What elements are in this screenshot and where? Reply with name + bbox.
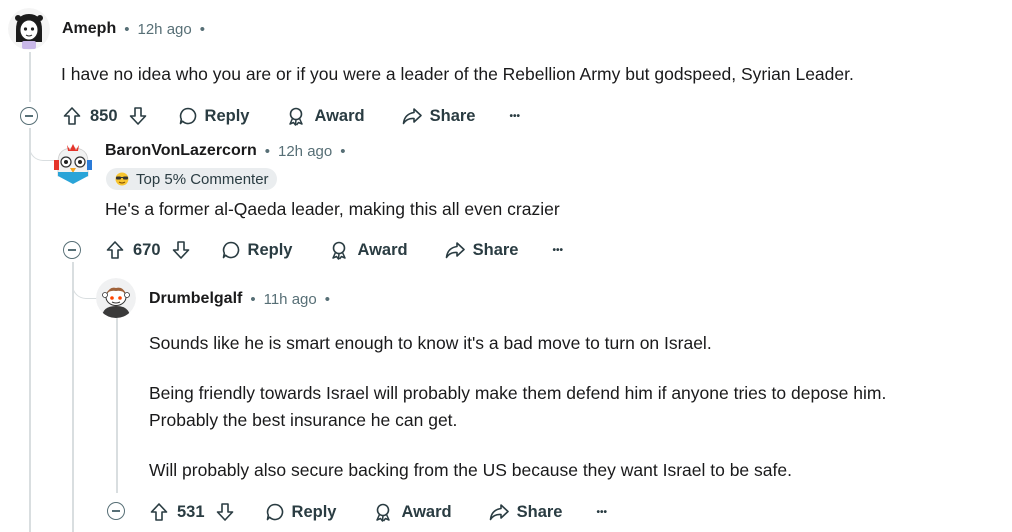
comment-actions: 531 Reply Award Share ••• bbox=[149, 496, 607, 528]
user-flair: Top 5% Commenter bbox=[106, 168, 277, 190]
avatar[interactable] bbox=[8, 8, 50, 50]
avatar[interactable] bbox=[52, 142, 94, 186]
thread-connector bbox=[72, 262, 97, 299]
comment-paragraph: He's a former al-Qaeda leader, making th… bbox=[105, 199, 560, 219]
award-label: Award bbox=[357, 240, 408, 259]
comment-author[interactable]: BaronVonLazercorn bbox=[105, 142, 257, 160]
award-icon bbox=[289, 107, 304, 126]
upvote-icon bbox=[150, 503, 168, 521]
vote-count: 670 bbox=[133, 240, 161, 259]
downvote-icon bbox=[216, 503, 233, 521]
upvote-button[interactable] bbox=[62, 106, 82, 126]
share-label: Share bbox=[472, 240, 519, 259]
share-icon bbox=[402, 108, 422, 125]
collapse-button[interactable] bbox=[63, 241, 81, 259]
downvote-icon bbox=[172, 241, 189, 259]
upvote-icon bbox=[63, 107, 81, 125]
upvote-button[interactable] bbox=[105, 240, 125, 260]
meta-separator: • bbox=[124, 20, 130, 38]
reply-label: Reply bbox=[204, 106, 250, 125]
reply-button[interactable]: Reply bbox=[265, 502, 337, 522]
award-icon bbox=[376, 503, 391, 522]
comment-author[interactable]: Ameph bbox=[62, 20, 116, 38]
downvote-button[interactable] bbox=[128, 106, 148, 126]
vote-count: 850 bbox=[90, 106, 118, 125]
downvote-button[interactable] bbox=[171, 240, 191, 260]
flair-label: Top 5% Commenter bbox=[136, 170, 269, 188]
comment-paragraph: Probably the best insurance he can get. bbox=[149, 410, 458, 430]
award-button[interactable]: Award bbox=[372, 502, 452, 522]
comment-body: I have no idea who you are or if you wer… bbox=[61, 61, 854, 88]
thread-connector bbox=[29, 128, 54, 161]
thread-line bbox=[116, 318, 118, 493]
share-label: Share bbox=[516, 502, 563, 521]
vote-count: 531 bbox=[177, 502, 205, 521]
reply-icon bbox=[179, 107, 196, 125]
award-button[interactable]: Award bbox=[285, 106, 365, 126]
meta-separator: • bbox=[324, 290, 330, 308]
more-options-button[interactable]: ••• bbox=[596, 507, 607, 518]
award-button[interactable]: Award bbox=[328, 240, 408, 260]
comment-paragraph: I have no idea who you are or if you wer… bbox=[61, 64, 854, 84]
meta-separator: • bbox=[199, 20, 205, 38]
share-button[interactable]: Share bbox=[401, 106, 476, 126]
avatar-icon bbox=[54, 144, 92, 184]
share-label: Share bbox=[429, 106, 476, 125]
more-icon: ••• bbox=[552, 244, 563, 256]
more-options-button[interactable]: ••• bbox=[552, 245, 563, 256]
more-options-button[interactable]: ••• bbox=[509, 111, 520, 122]
more-icon: ••• bbox=[596, 506, 607, 518]
comment-body: Sounds like he is smart enough to know i… bbox=[149, 330, 712, 357]
upvote-button[interactable] bbox=[149, 502, 169, 522]
thread-line bbox=[29, 128, 31, 532]
meta-separator: • bbox=[250, 290, 256, 308]
comment-actions: 850 Reply Award Share ••• bbox=[62, 100, 520, 132]
comment-author[interactable]: Drumbelgalf bbox=[149, 290, 242, 308]
minus-icon bbox=[25, 115, 33, 117]
share-button[interactable]: Share bbox=[444, 240, 519, 260]
thread-line bbox=[72, 262, 74, 532]
comment-paragraph: Will probably also secure backing from t… bbox=[149, 460, 792, 480]
sunglasses-emoji-icon bbox=[115, 172, 129, 186]
avatar-icon bbox=[8, 8, 50, 50]
more-icon: ••• bbox=[509, 110, 520, 122]
collapse-button[interactable] bbox=[20, 107, 38, 125]
award-label: Award bbox=[401, 502, 452, 521]
avatar[interactable] bbox=[96, 278, 136, 318]
share-icon bbox=[445, 242, 465, 259]
comment-paragraph: Being friendly towards Israel will proba… bbox=[149, 383, 887, 403]
reply-icon bbox=[222, 241, 239, 259]
thread-line bbox=[29, 52, 31, 102]
share-icon bbox=[489, 504, 509, 521]
meta-separator: • bbox=[264, 142, 270, 160]
avatar-icon bbox=[96, 278, 136, 318]
comment-body: Probably the best insurance he can get. bbox=[149, 407, 457, 434]
meta-separator: • bbox=[340, 142, 346, 160]
comment-time[interactable]: 12h ago bbox=[278, 143, 332, 160]
comment-time[interactable]: 12h ago bbox=[138, 21, 192, 38]
share-button[interactable]: Share bbox=[488, 502, 563, 522]
comment-time[interactable]: 11h ago bbox=[264, 291, 317, 308]
award-label: Award bbox=[314, 106, 365, 125]
reply-label: Reply bbox=[247, 240, 293, 259]
downvote-button[interactable] bbox=[215, 502, 235, 522]
comment-actions: 670 Reply Award Share ••• bbox=[105, 234, 563, 266]
collapse-button[interactable] bbox=[107, 502, 125, 520]
comment-paragraph: Sounds like he is smart enough to know i… bbox=[149, 333, 712, 353]
reply-button[interactable]: Reply bbox=[221, 240, 293, 260]
comment-body: Being friendly towards Israel will proba… bbox=[149, 380, 886, 407]
reply-icon bbox=[266, 503, 283, 521]
upvote-icon bbox=[106, 241, 124, 259]
minus-icon bbox=[112, 510, 120, 512]
comment-body: He's a former al-Qaeda leader, making th… bbox=[105, 196, 560, 223]
award-icon bbox=[332, 241, 347, 260]
minus-icon bbox=[68, 249, 76, 251]
reply-label: Reply bbox=[291, 502, 337, 521]
comment-body: Will probably also secure backing from t… bbox=[149, 457, 792, 484]
downvote-icon bbox=[129, 107, 146, 125]
reply-button[interactable]: Reply bbox=[178, 106, 250, 126]
